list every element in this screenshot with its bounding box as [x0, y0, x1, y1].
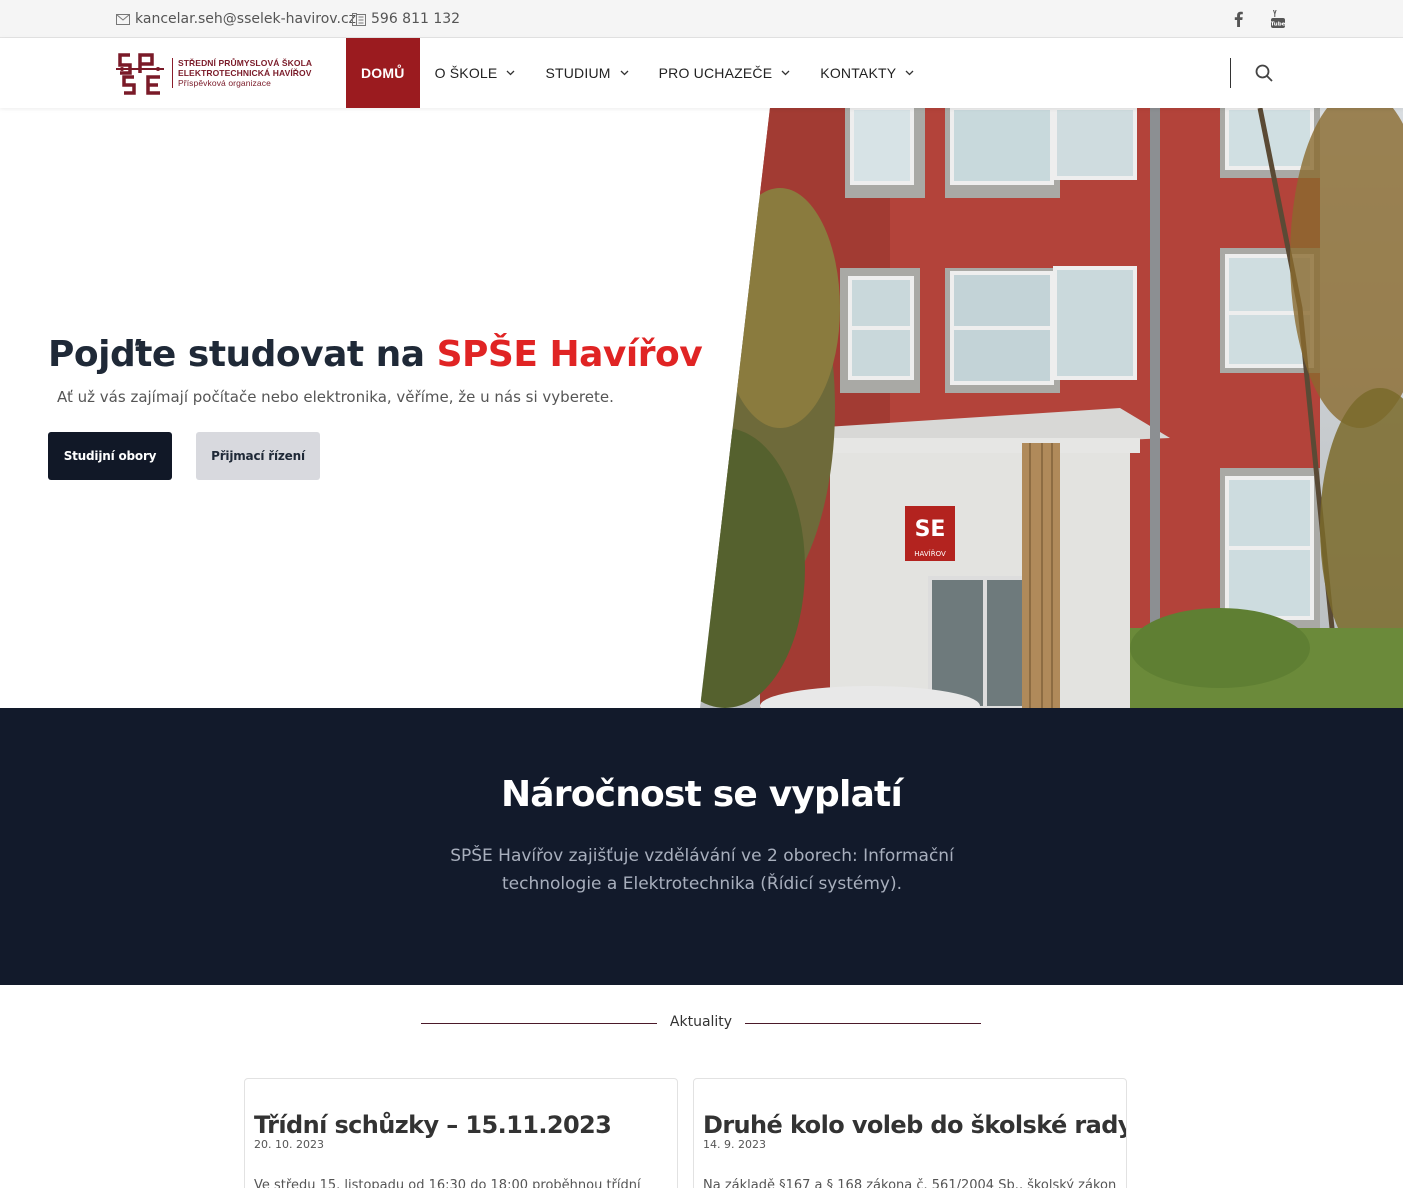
nav-item-label: DOMŮ: [361, 65, 405, 81]
news-heading-label: Aktuality: [669, 1014, 733, 1030]
logo-mark-icon: [116, 53, 164, 95]
main-nav: DOMŮ O ŠKOLE STUDIUM PRO UCHAZEČE KONTAK…: [346, 38, 929, 108]
study-programs-button[interactable]: Studijní obory: [48, 432, 172, 480]
phone-contact[interactable]: 596 811 132: [352, 0, 460, 38]
hero-title: Pojďte studovat na SPŠE Havířov: [48, 334, 703, 375]
nav-item-home[interactable]: DOMŮ: [346, 38, 420, 108]
hero-subtitle: Ať už vás zajímají počítače nebo elektro…: [57, 388, 614, 406]
school-logo[interactable]: STŘEDNÍ PRŮMYSLOVÁ ŠKOLA ELEKTROTECHNICK…: [116, 51, 312, 95]
nav-item-label: PRO UCHAZEČE: [658, 65, 773, 81]
nav-item-label: STUDIUM: [545, 65, 611, 81]
chevron-down-icon: [781, 70, 790, 76]
logo-line-1: STŘEDNÍ PRŮMYSLOVÁ ŠKOLA: [178, 58, 313, 68]
top-bar: kancelar.seh@sselek-havirov.cz 596 811 1…: [0, 0, 1403, 38]
news-heading: Aktuality: [0, 1010, 1403, 1036]
heading-line-right: [745, 1023, 981, 1024]
nav-item-studies[interactable]: STUDIUM: [530, 38, 643, 108]
news-card-title[interactable]: Třídní schůzky – 15.11.2023: [254, 1111, 612, 1139]
news-card-date: 14. 9. 2023: [703, 1138, 766, 1151]
header-divider: [1230, 58, 1231, 88]
hero-title-prefix: Pojďte studovat na: [48, 334, 437, 375]
admissions-button[interactable]: Přijmací řízení: [196, 432, 320, 480]
news-card-date: 20. 10. 2023: [254, 1138, 324, 1151]
search-icon[interactable]: [1254, 63, 1274, 83]
chevron-down-icon: [506, 70, 515, 76]
svg-text:SE: SE: [915, 517, 946, 542]
band-text: SPŠE Havířov zajišťuje vzdělávání ve 2 o…: [450, 846, 954, 894]
main-header: STŘEDNÍ PRŮMYSLOVÁ ŠKOLA ELEKTROTECHNICK…: [0, 38, 1403, 108]
nav-item-contacts[interactable]: KONTAKTY: [805, 38, 929, 108]
phone-text: 596 811 132: [371, 11, 461, 27]
hero-title-accent: SPŠE Havířov: [436, 334, 703, 375]
envelope-icon: [116, 13, 130, 25]
nav-item-applicants[interactable]: PRO UCHAZEČE: [644, 38, 806, 108]
email-contact[interactable]: kancelar.seh@sselek-havirov.cz: [116, 0, 356, 38]
facebook-icon[interactable]: [1228, 9, 1248, 29]
heading-line-left: [421, 1023, 657, 1024]
logo-line-2: ELEKTROTECHNICKÁ HAVÍŘOV: [178, 68, 312, 78]
email-text: kancelar.seh@sselek-havirov.cz: [135, 11, 356, 27]
hero-section: SE HAVÍŘOV Pojďte studovat na SPŠE Havíř…: [0, 108, 1403, 708]
youtube-icon[interactable]: Tube: [1268, 9, 1288, 29]
intro-band: Náročnost se vyplatí SPŠE Havířov zajišť…: [0, 708, 1403, 985]
news-card[interactable]: Druhé kolo voleb do školské rady 14. 9. …: [693, 1078, 1127, 1188]
news-card-excerpt: Ve středu 15. listopadu od 16:30 do 18:0…: [254, 1178, 641, 1188]
phone-icon: [352, 12, 366, 26]
chevron-down-icon: [905, 70, 914, 76]
nav-item-about[interactable]: O ŠKOLE: [420, 38, 531, 108]
nav-item-label: KONTAKTY: [820, 65, 897, 81]
school-building-photo: SE HAVÍŘOV: [700, 108, 1403, 708]
svg-text:Tube: Tube: [1271, 22, 1286, 28]
news-card[interactable]: Třídní schůzky – 15.11.2023 20. 10. 2023…: [244, 1078, 678, 1188]
logo-text: STŘEDNÍ PRŮMYSLOVÁ ŠKOLA ELEKTROTECHNICK…: [172, 58, 312, 88]
band-title: Náročnost se vyplatí: [500, 774, 903, 815]
logo-line-3: Příspěvková organizace: [178, 78, 271, 88]
nav-item-label: O ŠKOLE: [434, 65, 498, 81]
news-card-title[interactable]: Druhé kolo voleb do školské rady: [703, 1111, 1126, 1139]
news-card-excerpt: Na základě §167 a § 168 zákona č. 561/20…: [703, 1178, 1117, 1188]
building-sign-text: HAVÍŘOV: [914, 549, 946, 558]
chevron-down-icon: [620, 70, 629, 76]
